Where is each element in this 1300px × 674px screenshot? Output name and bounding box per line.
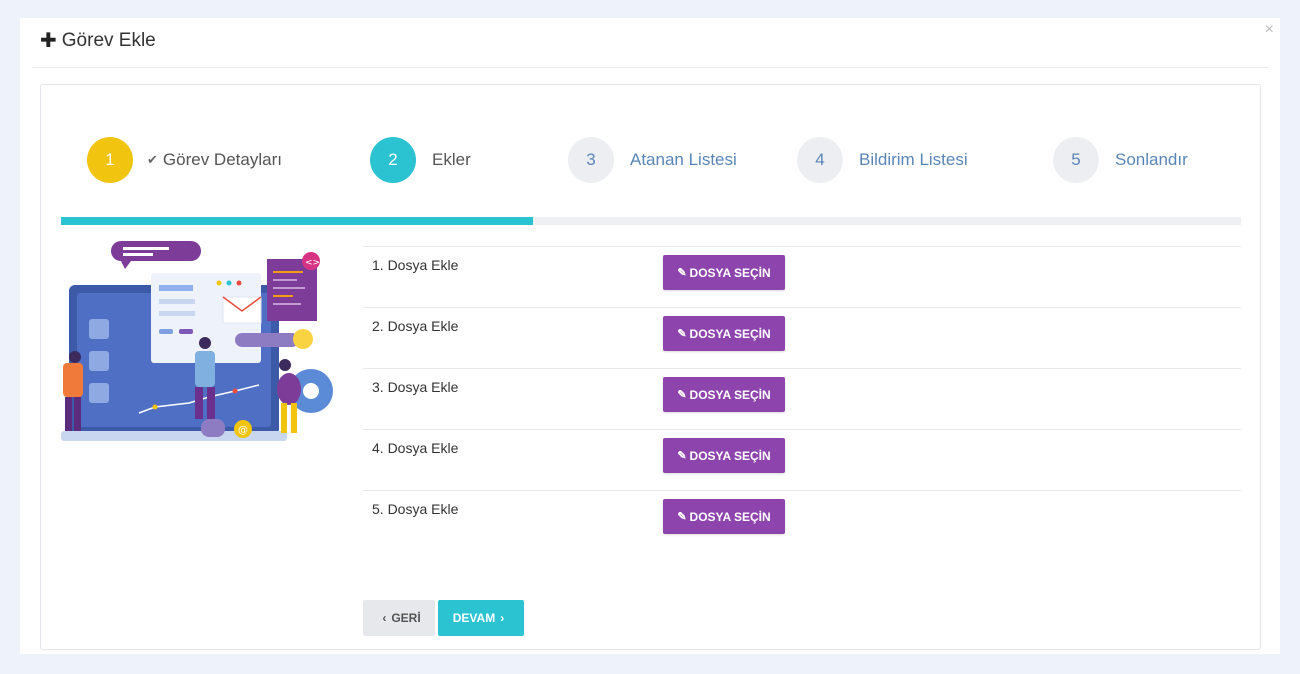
attachment-label: 4. Dosya Ekle xyxy=(372,440,459,456)
list-item: 2. Dosya Ekle ✎ DOSYA SEÇİN xyxy=(363,307,1241,368)
step-number: 2 xyxy=(370,137,416,183)
check-icon: ✔ xyxy=(147,152,158,167)
step-label: Bildirim Listesi xyxy=(859,150,968,169)
back-button-label: GERİ xyxy=(391,611,421,625)
modal-title: ✚ Görev Ekle xyxy=(40,28,156,53)
next-button[interactable]: DEVAM › xyxy=(438,600,524,636)
close-icon[interactable]: × xyxy=(1265,22,1274,38)
paperclip-icon: ✎ xyxy=(677,267,687,279)
back-button[interactable]: ‹ GERİ xyxy=(363,600,435,636)
step-label: Atanan Listesi xyxy=(630,150,737,169)
choose-file-button-3[interactable]: ✎ DOSYA SEÇİN xyxy=(663,377,785,412)
choose-file-button-1[interactable]: ✎ DOSYA SEÇİN xyxy=(663,255,785,290)
svg-text:<>: <> xyxy=(305,258,320,268)
step-label: Sonlandır xyxy=(1115,150,1188,169)
button-label: DOSYA SEÇİN xyxy=(689,387,771,402)
paperclip-icon: ✎ xyxy=(677,389,687,401)
wizard-progress-fill xyxy=(61,217,533,225)
plus-icon: ✚ xyxy=(40,30,57,52)
button-label: DOSYA SEÇİN xyxy=(689,509,771,524)
paperclip-icon: ✎ xyxy=(677,511,687,523)
attachment-label: 3. Dosya Ekle xyxy=(372,379,459,395)
step-number: 5 xyxy=(1053,137,1099,183)
modal-header: ✚ Görev Ekle xyxy=(32,18,1268,68)
paperclip-icon: ✎ xyxy=(677,450,687,462)
modal-title-text: Görev Ekle xyxy=(61,29,156,51)
step-attachments[interactable]: 2 Ekler xyxy=(370,137,471,183)
step-label: Ekler xyxy=(432,150,471,169)
chevron-right-icon: › xyxy=(500,611,505,625)
add-task-modal: ✚ Görev Ekle × 1 ✔ Görev Detayları 2 Ekl… xyxy=(20,18,1280,654)
button-label: DOSYA SEÇİN xyxy=(689,265,771,280)
next-button-label: DEVAM xyxy=(452,611,496,625)
attachment-label: 5. Dosya Ekle xyxy=(372,501,459,517)
svg-text:@: @ xyxy=(238,425,248,436)
step-label: Görev Detayları xyxy=(162,150,282,169)
choose-file-button-5[interactable]: ✎ DOSYA SEÇİN xyxy=(663,499,785,534)
step-finish[interactable]: 5 Sonlandır xyxy=(1053,137,1188,183)
choose-file-button-4[interactable]: ✎ DOSYA SEÇİN xyxy=(663,438,785,473)
step-number: 3 xyxy=(568,137,614,183)
step-notification-list[interactable]: 4 Bildirim Listesi xyxy=(797,137,968,183)
wizard-progress-bar xyxy=(61,217,1241,225)
list-item: 3. Dosya Ekle ✎ DOSYA SEÇİN xyxy=(363,368,1241,429)
wizard-card: 1 ✔ Görev Detayları 2 Ekler 3 Atanan Lis… xyxy=(40,84,1261,650)
list-item: 1. Dosya Ekle ✎ DOSYA SEÇİN xyxy=(363,246,1241,307)
attachment-list: 1. Dosya Ekle ✎ DOSYA SEÇİN 2. Dosya Ekl… xyxy=(363,246,1241,551)
chevron-left-icon: ‹ xyxy=(382,611,387,625)
button-label: DOSYA SEÇİN xyxy=(689,326,771,341)
step-assignee-list[interactable]: 3 Atanan Listesi xyxy=(568,137,737,183)
button-label: DOSYA SEÇİN xyxy=(689,448,771,463)
step-task-details[interactable]: 1 ✔ Görev Detayları xyxy=(87,137,282,183)
step-number: 1 xyxy=(87,137,133,183)
list-item: 4. Dosya Ekle ✎ DOSYA SEÇİN xyxy=(363,429,1241,490)
attachment-label: 1. Dosya Ekle xyxy=(372,257,459,273)
choose-file-button-2[interactable]: ✎ DOSYA SEÇİN xyxy=(663,316,785,351)
attachment-label: 2. Dosya Ekle xyxy=(372,318,459,334)
paperclip-icon: ✎ xyxy=(677,328,687,340)
step-number: 4 xyxy=(797,137,843,183)
list-item: 5. Dosya Ekle ✎ DOSYA SEÇİN xyxy=(363,490,1241,551)
illustration-image: <> @ xyxy=(61,241,333,441)
